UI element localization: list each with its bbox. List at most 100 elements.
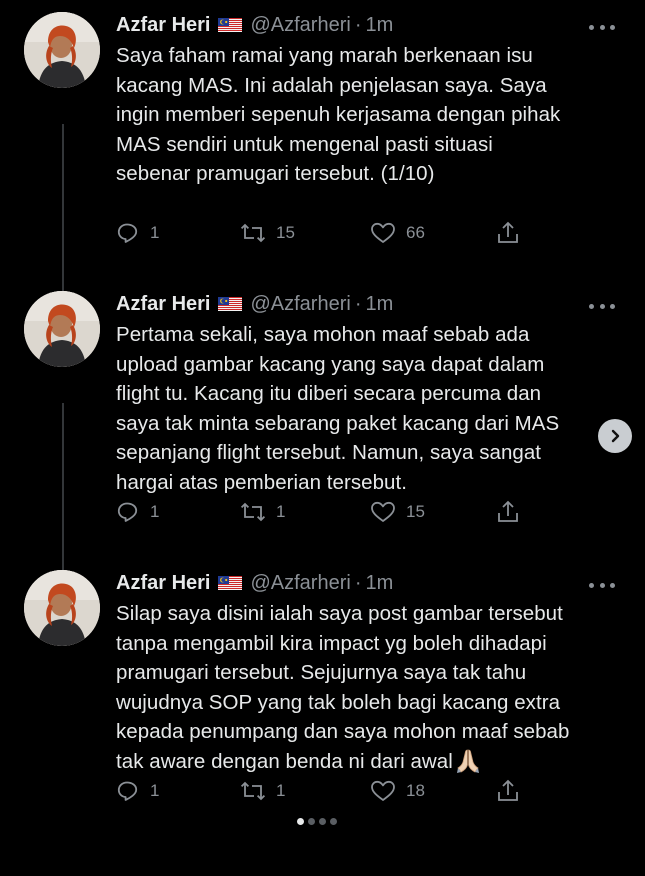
heart-icon bbox=[371, 222, 395, 243]
carousel-dot[interactable] bbox=[319, 818, 326, 825]
timestamp[interactable]: 1m bbox=[366, 14, 394, 37]
tweet[interactable]: Azfar Heri @Azfarheri · 1m Silap saya disini… bbox=[0, 558, 645, 837]
reply-icon bbox=[117, 781, 138, 801]
more-options-button[interactable] bbox=[589, 301, 615, 311]
retweet-button[interactable]: 1 bbox=[240, 497, 285, 527]
carousel-dot[interactable] bbox=[297, 818, 304, 825]
heart-icon bbox=[371, 501, 395, 522]
more-dot-icon bbox=[589, 582, 594, 588]
more-options-button[interactable] bbox=[589, 580, 615, 590]
share-button[interactable] bbox=[496, 218, 520, 248]
tweet-text: Pertama sekali, saya mohon maaf sebab ad… bbox=[116, 320, 616, 497]
avatar[interactable] bbox=[24, 291, 100, 367]
chevron-right-icon bbox=[611, 429, 620, 443]
tweet-text-line: kacang MAS. Ini adalah penjelasan saya. … bbox=[116, 73, 547, 97]
timestamp[interactable]: 1m bbox=[366, 572, 394, 595]
share-icon bbox=[498, 779, 518, 801]
separator-dot: · bbox=[354, 292, 362, 315]
tweet[interactable]: Azfar Heri @Azfarheri · 1m Pertama sekali, s… bbox=[0, 279, 645, 558]
reply-count: 1 bbox=[150, 502, 160, 521]
avatar[interactable] bbox=[24, 12, 100, 88]
tweet-text-line: flight tu. Kacang itu diberi secara perc… bbox=[116, 382, 542, 405]
heart-icon bbox=[371, 780, 395, 801]
tweet-text-line: sepanjang flight tersebut. Namun, saya s… bbox=[116, 441, 542, 464]
avatar-image bbox=[24, 12, 100, 88]
tweet-text-line: tak aware dengan benda ni dari awal bbox=[116, 747, 616, 777]
tweet-text-line: saya tak minta sebarang paket kacang dar… bbox=[116, 411, 560, 435]
like-count: 18 bbox=[406, 781, 425, 800]
avatar-image bbox=[24, 570, 100, 646]
like-count: 66 bbox=[406, 223, 425, 242]
retweet-count: 1 bbox=[276, 502, 286, 521]
more-dot-icon bbox=[599, 303, 605, 309]
like-button[interactable]: 15 bbox=[370, 497, 425, 527]
tweet-text-line: ingin memberi sepenuh kerjasama dengan p… bbox=[116, 103, 561, 126]
retweet-button[interactable]: 15 bbox=[240, 218, 295, 248]
more-dot-icon bbox=[589, 24, 594, 30]
more-dot-icon bbox=[599, 24, 605, 30]
carousel-dot[interactable] bbox=[330, 818, 337, 825]
retweet-icon bbox=[240, 223, 266, 243]
carousel-next-button[interactable] bbox=[598, 419, 632, 453]
display-name[interactable]: Azfar Heri bbox=[116, 293, 210, 316]
malaysia-flag-icon bbox=[218, 18, 243, 32]
retweet-count: 1 bbox=[276, 781, 286, 800]
more-dot-icon bbox=[599, 582, 605, 588]
tweet-text-line: Saya faham ramai yang marah berkenaan is… bbox=[116, 44, 533, 67]
retweet-count: 15 bbox=[276, 223, 295, 242]
like-count: 15 bbox=[406, 502, 425, 521]
reply-button[interactable]: 1 bbox=[116, 497, 159, 527]
tweet-text-line: sebenar pramugari tersebut. (1/10) bbox=[116, 162, 435, 185]
tweet-text-line: MAS sendiri untuk mengenal pasti situasi bbox=[116, 132, 493, 156]
more-dot-icon bbox=[589, 303, 594, 309]
tweet-text-line: pramugari tersebut. Sejujurnya saya tak … bbox=[116, 661, 527, 684]
tweet-actions: 1 1 18 bbox=[116, 776, 526, 806]
more-dot-icon bbox=[610, 303, 615, 309]
display-name[interactable]: Azfar Heri bbox=[116, 14, 210, 37]
tweet-text-line: hargai atas pemberian tersebut. bbox=[116, 470, 408, 494]
malaysia-flag-icon bbox=[218, 297, 243, 311]
tweet-actions: 1 1 15 bbox=[116, 497, 526, 527]
share-button[interactable] bbox=[496, 776, 520, 806]
tweet-text: Silap saya disini ialah saya post gambar… bbox=[116, 599, 616, 776]
reply-button[interactable]: 1 bbox=[116, 776, 159, 806]
tweet-text: Saya faham ramai yang marah berkenaan is… bbox=[116, 41, 616, 189]
more-dot-icon bbox=[610, 582, 615, 588]
user-handle[interactable]: @Azfarheri bbox=[250, 14, 350, 37]
malaysia-flag-icon bbox=[218, 576, 243, 590]
like-button[interactable]: 66 bbox=[370, 218, 425, 248]
more-options-button[interactable] bbox=[589, 22, 615, 32]
display-name[interactable]: Azfar Heri bbox=[116, 572, 210, 595]
tweet-header: Azfar Heri @Azfarheri · 1m bbox=[116, 569, 393, 597]
avatar-image bbox=[24, 291, 100, 367]
carousel-dot[interactable] bbox=[308, 818, 315, 825]
tweet-text-line: Silap saya disini ialah saya post gambar… bbox=[116, 602, 563, 625]
user-handle[interactable]: @Azfarheri bbox=[250, 572, 350, 595]
reply-count: 1 bbox=[150, 781, 160, 800]
like-button[interactable]: 18 bbox=[370, 776, 425, 806]
tweet-header: Azfar Heri @Azfarheri · 1m bbox=[116, 290, 393, 318]
avatar[interactable] bbox=[24, 570, 100, 646]
separator-dot: · bbox=[354, 571, 362, 594]
tweet-header: Azfar Heri @Azfarheri · 1m bbox=[116, 11, 393, 39]
share-icon bbox=[498, 221, 518, 243]
share-icon bbox=[498, 500, 518, 522]
reply-button[interactable]: 1 bbox=[116, 218, 159, 248]
retweet-button[interactable]: 1 bbox=[240, 776, 285, 806]
retweet-icon bbox=[240, 502, 266, 522]
reply-icon bbox=[117, 502, 138, 522]
tweet-text-line: kepada penumpang dan saya mohon maaf seb… bbox=[116, 720, 570, 743]
tweet[interactable]: Azfar Heri @Azfarheri · 1m Saya faham ramai … bbox=[0, 0, 645, 279]
tweet-actions: 1 15 66 bbox=[116, 218, 526, 248]
separator-dot: · bbox=[354, 13, 362, 36]
reply-count: 1 bbox=[150, 223, 160, 242]
timestamp[interactable]: 1m bbox=[366, 293, 394, 316]
tweet-text-line: wujudnya SOP yang tak boleh bagi kacang … bbox=[116, 690, 561, 714]
share-button[interactable] bbox=[496, 497, 520, 527]
reply-icon bbox=[117, 223, 138, 243]
carousel-page-indicator bbox=[297, 818, 337, 825]
tweet-text-line: Pertama sekali, saya mohon maaf sebab ad… bbox=[116, 323, 530, 346]
tweet-text-line: upload gambar kacang yang saya dapat dal… bbox=[116, 352, 545, 376]
folded-hands-emoji-icon bbox=[455, 748, 481, 774]
user-handle[interactable]: @Azfarheri bbox=[250, 293, 350, 316]
